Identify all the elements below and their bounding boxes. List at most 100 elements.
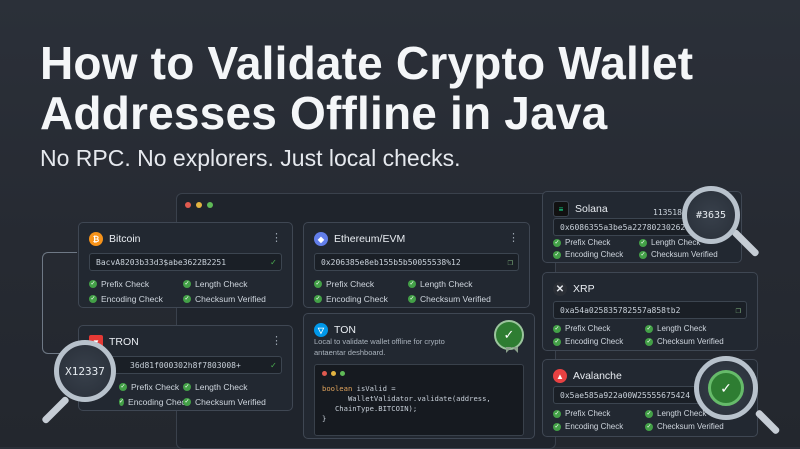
length-check-label: Length Check — [657, 324, 707, 333]
check-icon: ✓ — [553, 324, 561, 333]
code-line-2: WalletValidator.validate(address, — [322, 394, 491, 403]
prefix-check-label: Prefix Check — [326, 279, 375, 289]
checkmark-icon: ✓ — [270, 361, 276, 371]
length-check-label: Length Check — [420, 279, 473, 289]
check-icon: ✓ — [553, 409, 561, 418]
length-check-label: Length Check — [657, 409, 707, 418]
checksum-check-label: Checksum Verified — [195, 397, 266, 407]
copy-icon[interactable]: ❐ — [508, 254, 513, 270]
length-check-label: Length Check — [651, 238, 701, 247]
check-icon: ✓ — [645, 422, 653, 431]
address-field[interactable]: BacvA8203b33d3$abe3622B2251 ✓ — [89, 253, 282, 271]
check-list: ✓ Prefix Check ✓ Length Check ✓ Encoding Ch… — [314, 279, 491, 304]
address-value: 0x206385e8eb155b5b50055538%12 — [321, 258, 461, 267]
check-icon: ✓ — [553, 238, 561, 247]
xrp-icon: ✕ — [553, 282, 567, 296]
encoding-check-label: Encoding Check — [565, 422, 624, 431]
address-field[interactable]: 0x206385e8eb155b5b50055538%12 ❐ — [314, 253, 519, 271]
check-icon: ✓ — [183, 383, 191, 391]
check-icon: ✓ — [183, 398, 191, 406]
check-icon: ✓ — [553, 422, 561, 431]
check-icon: ✓ — [408, 280, 416, 288]
check-icon: ✓ — [553, 337, 561, 346]
magnifier-handle — [754, 408, 781, 436]
kebab-menu-icon[interactable]: ⋮ — [508, 231, 519, 244]
verified-badge-icon: ✓ — [494, 320, 524, 350]
checksum-check-label: Checksum Verified — [657, 422, 724, 431]
checksum-check-label: Checksum Verified — [195, 294, 266, 304]
check-icon: ✓ — [645, 409, 653, 418]
ethereum-icon: ◆ — [314, 232, 328, 246]
bitcoin-card[interactable]: ₿ Bitcoin ⋮ BacvA8203b33d3$abe3622B2251 … — [78, 222, 293, 308]
close-dot[interactable] — [185, 202, 191, 208]
address-value: BacvA8203b33d3$abe3622B2251 — [96, 258, 227, 267]
address-field[interactable]: 36d81f000302h8f7803008+ ✓ — [89, 356, 282, 374]
page-subtitle: No RPC. No explorers. Just local checks. — [40, 145, 461, 171]
encoding-check-label: Encoding Check — [101, 294, 163, 304]
maximize-dot[interactable] — [207, 202, 213, 208]
prefix-check-label: Prefix Check — [131, 382, 180, 392]
check-icon: ✓ — [89, 295, 97, 303]
address-value: 0xa54a025835782557a858tb2 — [560, 306, 681, 315]
ethereum-card[interactable]: ◆ Ethereum/EVM ⋮ 0x206385e8eb155b5b50055… — [303, 222, 530, 308]
minimize-dot[interactable] — [196, 202, 202, 208]
code-line-4: } — [322, 414, 327, 423]
check-icon: ✓ — [314, 295, 322, 303]
xrp-card[interactable]: ✕ XRP 0xa54a025835782557a858tb2 ❐ ✓ Prefi… — [542, 272, 758, 351]
ton-card[interactable]: ▽ TON Local to validate wallet offline f… — [303, 313, 535, 439]
card-title: Ethereum/EVM — [334, 233, 406, 245]
page-title: How to Validate Crypto Wallet Addresses … — [40, 37, 694, 139]
prefix-check-label: Prefix Check — [565, 324, 611, 333]
prefix-check-label: Prefix Check — [565, 238, 611, 247]
window-controls — [185, 202, 213, 208]
code-line-3: ChainType.BITCOIN); — [322, 404, 418, 413]
check-icon: ✓ — [639, 250, 647, 259]
encoding-check-label: Encoding Check — [565, 250, 624, 259]
check-icon: ✓ — [119, 383, 127, 391]
check-list: ✓ Prefix Check ✓ Length Check ✓ Encoding Ch… — [119, 382, 266, 407]
connector-line — [42, 252, 77, 354]
check-icon: ✓ — [89, 280, 97, 288]
check-icon: ✓ — [314, 280, 322, 288]
card-title: XRP — [573, 283, 595, 295]
length-check-label: Length Check — [195, 382, 248, 392]
card-title: Avalanche — [573, 370, 622, 382]
encoding-check-label: Encoding Check — [565, 337, 624, 346]
encoding-check-label: Encoding Check — [128, 397, 190, 407]
address-field[interactable]: 0xa54a025835782557a858tb2 ❐ — [553, 301, 747, 319]
ton-icon: ▽ — [314, 323, 328, 337]
code-block: boolean isValid = WalletValidator.valida… — [314, 364, 524, 436]
check-list: ✓ Prefix Check ✓ Length Check ✓ Encoding Ch… — [553, 409, 724, 431]
checkmark-icon: ✓ — [270, 258, 276, 268]
length-check-label: Length Check — [195, 279, 248, 289]
check-icon: ✓ — [639, 238, 647, 247]
address-value: 0x5ae585a922a00W25555675424 — [560, 391, 691, 400]
prefix-check-label: Prefix Check — [101, 279, 150, 289]
check-list: ✓ Prefix Check ✓ Length Check ✓ Encoding Ch… — [553, 324, 724, 346]
copy-icon[interactable]: ❐ — [736, 302, 741, 318]
badge-ribbon — [506, 347, 518, 353]
check-list: ✓ Prefix Check ✓ Length Check ✓ Encoding Ch… — [553, 238, 718, 259]
code-keyword: boolean — [322, 384, 353, 393]
check-icon: ✓ — [119, 398, 125, 406]
kebab-menu-icon[interactable]: ⋮ — [271, 334, 282, 347]
shield-check-icon: ✓ — [708, 370, 744, 406]
card-title: TRON — [109, 336, 139, 348]
avalanche-icon: ▲ — [553, 369, 567, 383]
bitcoin-icon: ₿ — [89, 232, 103, 246]
card-title: Bitcoin — [109, 233, 141, 245]
prefix-check-label: Prefix Check — [565, 409, 611, 418]
check-icon: ✓ — [645, 324, 653, 333]
address-value: 0x6086355a3be5a227802302620 — [560, 223, 691, 232]
address-value: 36d81f000302h8f7803008+ — [130, 361, 241, 370]
kebab-menu-icon[interactable]: ⋮ — [271, 231, 282, 244]
check-icon: ✓ — [183, 280, 191, 288]
code-line-1: isValid = — [352, 384, 396, 393]
checksum-check-label: Checksum Verified — [651, 250, 718, 259]
check-icon: ✓ — [408, 295, 416, 303]
check-icon: ✓ — [553, 250, 561, 259]
check-icon: ✓ — [645, 337, 653, 346]
card-title: TON — [334, 324, 356, 336]
check-icon: ✓ — [183, 295, 191, 303]
card-description: Local to validate wallet offline for cry… — [314, 337, 445, 357]
